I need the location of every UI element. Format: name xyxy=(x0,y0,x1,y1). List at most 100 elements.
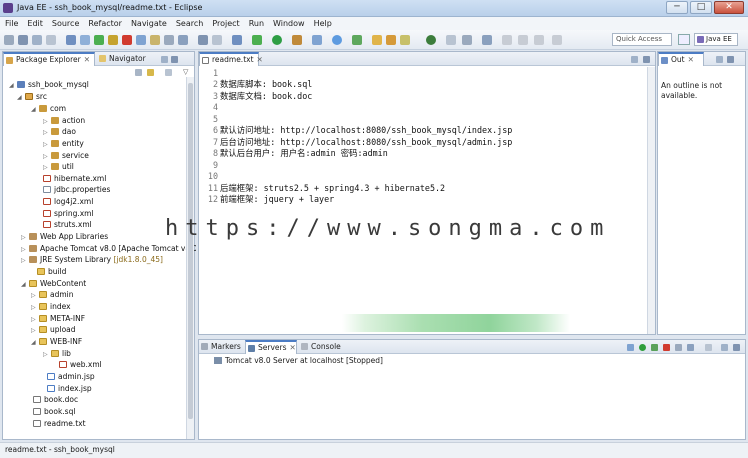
print-icon[interactable] xyxy=(46,35,56,45)
editor-line-3[interactable]: 3 数据库文档: book.doc xyxy=(202,91,312,103)
tree-item-jdbc-properties[interactable]: jdbc.properties xyxy=(35,184,110,196)
tree-item-upload[interactable]: ▷ upload xyxy=(31,324,76,336)
menu-edit[interactable]: Edit xyxy=(27,19,43,28)
debug-icon[interactable] xyxy=(252,35,262,45)
publish-icon[interactable] xyxy=(136,35,146,45)
editor-line-1[interactable]: 1 xyxy=(202,68,220,80)
prev-annotation-icon[interactable] xyxy=(482,35,492,45)
minimize-button[interactable]: ─ xyxy=(666,1,688,14)
publish-icon[interactable] xyxy=(675,344,682,351)
stop-server-icon[interactable] xyxy=(122,35,132,45)
scrollbar-thumb[interactable] xyxy=(188,83,193,419)
editor-line-11[interactable]: 11 后端框架: struts2.5 + spring4.3 + hibernat… xyxy=(202,183,445,195)
tab-markers[interactable]: Markers xyxy=(199,340,243,354)
last-edit-icon[interactable] xyxy=(502,35,512,45)
tree-item-dao[interactable]: ▷ dao xyxy=(43,126,76,138)
save-all-icon[interactable] xyxy=(32,35,42,45)
collapse-all-icon[interactable] xyxy=(135,69,142,76)
maximize-view-icon[interactable] xyxy=(727,56,734,63)
tree-item-action[interactable]: ▷ action xyxy=(43,115,85,127)
close-icon[interactable]: ✕ xyxy=(290,343,296,352)
tree-item-lib[interactable]: ▷ lib xyxy=(43,348,71,360)
menu-help[interactable]: Help xyxy=(314,19,332,28)
tree-item-struts-xml[interactable]: struts.xml xyxy=(35,219,92,231)
disconnect-icon[interactable] xyxy=(687,344,694,351)
start-server-icon[interactable] xyxy=(639,344,646,351)
menu-source[interactable]: Source xyxy=(52,19,79,28)
minimize-view-icon[interactable] xyxy=(721,344,728,351)
tree-item-log4j2-xml[interactable]: log4j2.xml xyxy=(35,196,93,208)
editor-scrollbar[interactable] xyxy=(647,67,655,334)
tree-item-web-xml[interactable]: web.xml xyxy=(51,359,102,371)
editor-line-12[interactable]: 12 前端框架: jquery + layer xyxy=(202,194,334,206)
perspective-java-ee[interactable]: Java EE xyxy=(694,33,738,46)
menu-search[interactable]: Search xyxy=(176,19,203,28)
tab-outline[interactable]: Out ✕ xyxy=(658,52,704,66)
editor-line-5[interactable]: 5 xyxy=(202,114,220,126)
tab-package-explorer[interactable]: Package Explorer ✕ xyxy=(3,52,95,66)
tree-item-project[interactable]: ◢ ssh_book_mysql xyxy=(9,79,89,91)
close-icon[interactable]: ✕ xyxy=(84,55,90,64)
editor-line-10[interactable]: 10 xyxy=(202,171,220,183)
run-icon[interactable] xyxy=(272,35,282,45)
pin-icon[interactable] xyxy=(552,35,562,45)
editor-line-6[interactable]: 6 默认访问地址: http://localhost:8080/ssh_book_… xyxy=(202,125,512,137)
tree-item-book-doc[interactable]: book.doc xyxy=(25,394,78,406)
view-menu-icon[interactable] xyxy=(165,69,172,76)
tree-item-admin-jsp[interactable]: admin.jsp xyxy=(39,371,95,383)
tree-item-web-app-libraries[interactable]: ▷ Web App Libraries xyxy=(21,231,108,243)
explorer-scrollbar[interactable] xyxy=(186,77,194,439)
back-icon[interactable] xyxy=(518,35,528,45)
forward-icon[interactable] xyxy=(534,35,544,45)
tree-item-jre-library[interactable]: ▷ JRE System Library [jdk1.8.0_45] xyxy=(21,254,163,266)
maximize-editor-icon[interactable] xyxy=(643,56,650,63)
close-icon[interactable]: ✕ xyxy=(688,55,694,64)
tab-readme[interactable]: readme.txt ✕ xyxy=(199,52,263,66)
maximize-view-icon[interactable] xyxy=(733,344,740,351)
close-button[interactable]: ✕ xyxy=(714,1,744,14)
tree-item-entity[interactable]: ▷ entity xyxy=(43,138,84,150)
tree-item-service[interactable]: ▷ service xyxy=(43,150,89,162)
tree-item-webcontent[interactable]: ◢ WebContent xyxy=(21,278,86,290)
ejb-icon[interactable] xyxy=(150,35,160,45)
minimize-editor-icon[interactable] xyxy=(631,56,638,63)
refresh-icon[interactable] xyxy=(80,35,90,45)
annotation-icon[interactable] xyxy=(446,35,456,45)
globe-icon[interactable] xyxy=(426,35,436,45)
next-annotation-icon[interactable] xyxy=(462,35,472,45)
tree-item-readme-txt[interactable]: readme.txt xyxy=(25,418,86,430)
tree-item-hibernate-xml[interactable]: hibernate.xml xyxy=(35,173,106,185)
menu-run[interactable]: Run xyxy=(249,19,264,28)
link-editor-icon[interactable] xyxy=(147,69,154,76)
new-package-icon[interactable] xyxy=(332,35,342,45)
minimize-view-icon[interactable] xyxy=(716,56,723,63)
tree-item-src[interactable]: ◢ src xyxy=(17,91,47,103)
server-row-tomcat[interactable]: Tomcat v8.0 Server at localhost [Stopped… xyxy=(214,356,383,366)
save-icon[interactable] xyxy=(18,35,28,45)
maximize-view-icon[interactable] xyxy=(171,56,178,63)
open-folder-icon[interactable] xyxy=(372,35,382,45)
menu-navigate[interactable]: Navigate xyxy=(131,19,167,28)
editor-line-4[interactable]: 4 xyxy=(202,102,220,114)
tab-console[interactable]: Console xyxy=(299,340,343,354)
menu-project[interactable]: Project xyxy=(212,19,239,28)
tree-item-util[interactable]: ▷ util xyxy=(43,161,74,173)
tab-servers[interactable]: Servers ✕ xyxy=(245,340,297,354)
view-menu-icon[interactable] xyxy=(705,344,712,351)
editor-line-9[interactable]: 9 xyxy=(202,160,220,172)
close-icon[interactable]: ✕ xyxy=(257,55,263,64)
open-perspective-icon[interactable] xyxy=(678,34,690,45)
tree-item-spring-xml[interactable]: spring.xml xyxy=(35,208,94,220)
run-server-icon[interactable] xyxy=(94,35,104,45)
chevron-down-icon[interactable]: ▽ xyxy=(183,68,188,76)
menu-file[interactable]: File xyxy=(5,19,18,28)
open-resource-icon[interactable] xyxy=(386,35,396,45)
minimize-view-icon[interactable] xyxy=(161,56,168,63)
editor-line-8[interactable]: 8 默认后台用户: 用户名:admin 密码:admin xyxy=(202,148,388,160)
toggle-icon[interactable] xyxy=(212,35,222,45)
tree-item-build[interactable]: build xyxy=(29,266,66,278)
tab-navigator[interactable]: Navigator xyxy=(97,52,157,66)
profile-server-icon[interactable] xyxy=(651,344,658,351)
new-icon[interactable] xyxy=(4,35,14,45)
editor-line-7[interactable]: 7 后台访问地址: http://localhost:8080/ssh_book_… xyxy=(202,137,512,149)
